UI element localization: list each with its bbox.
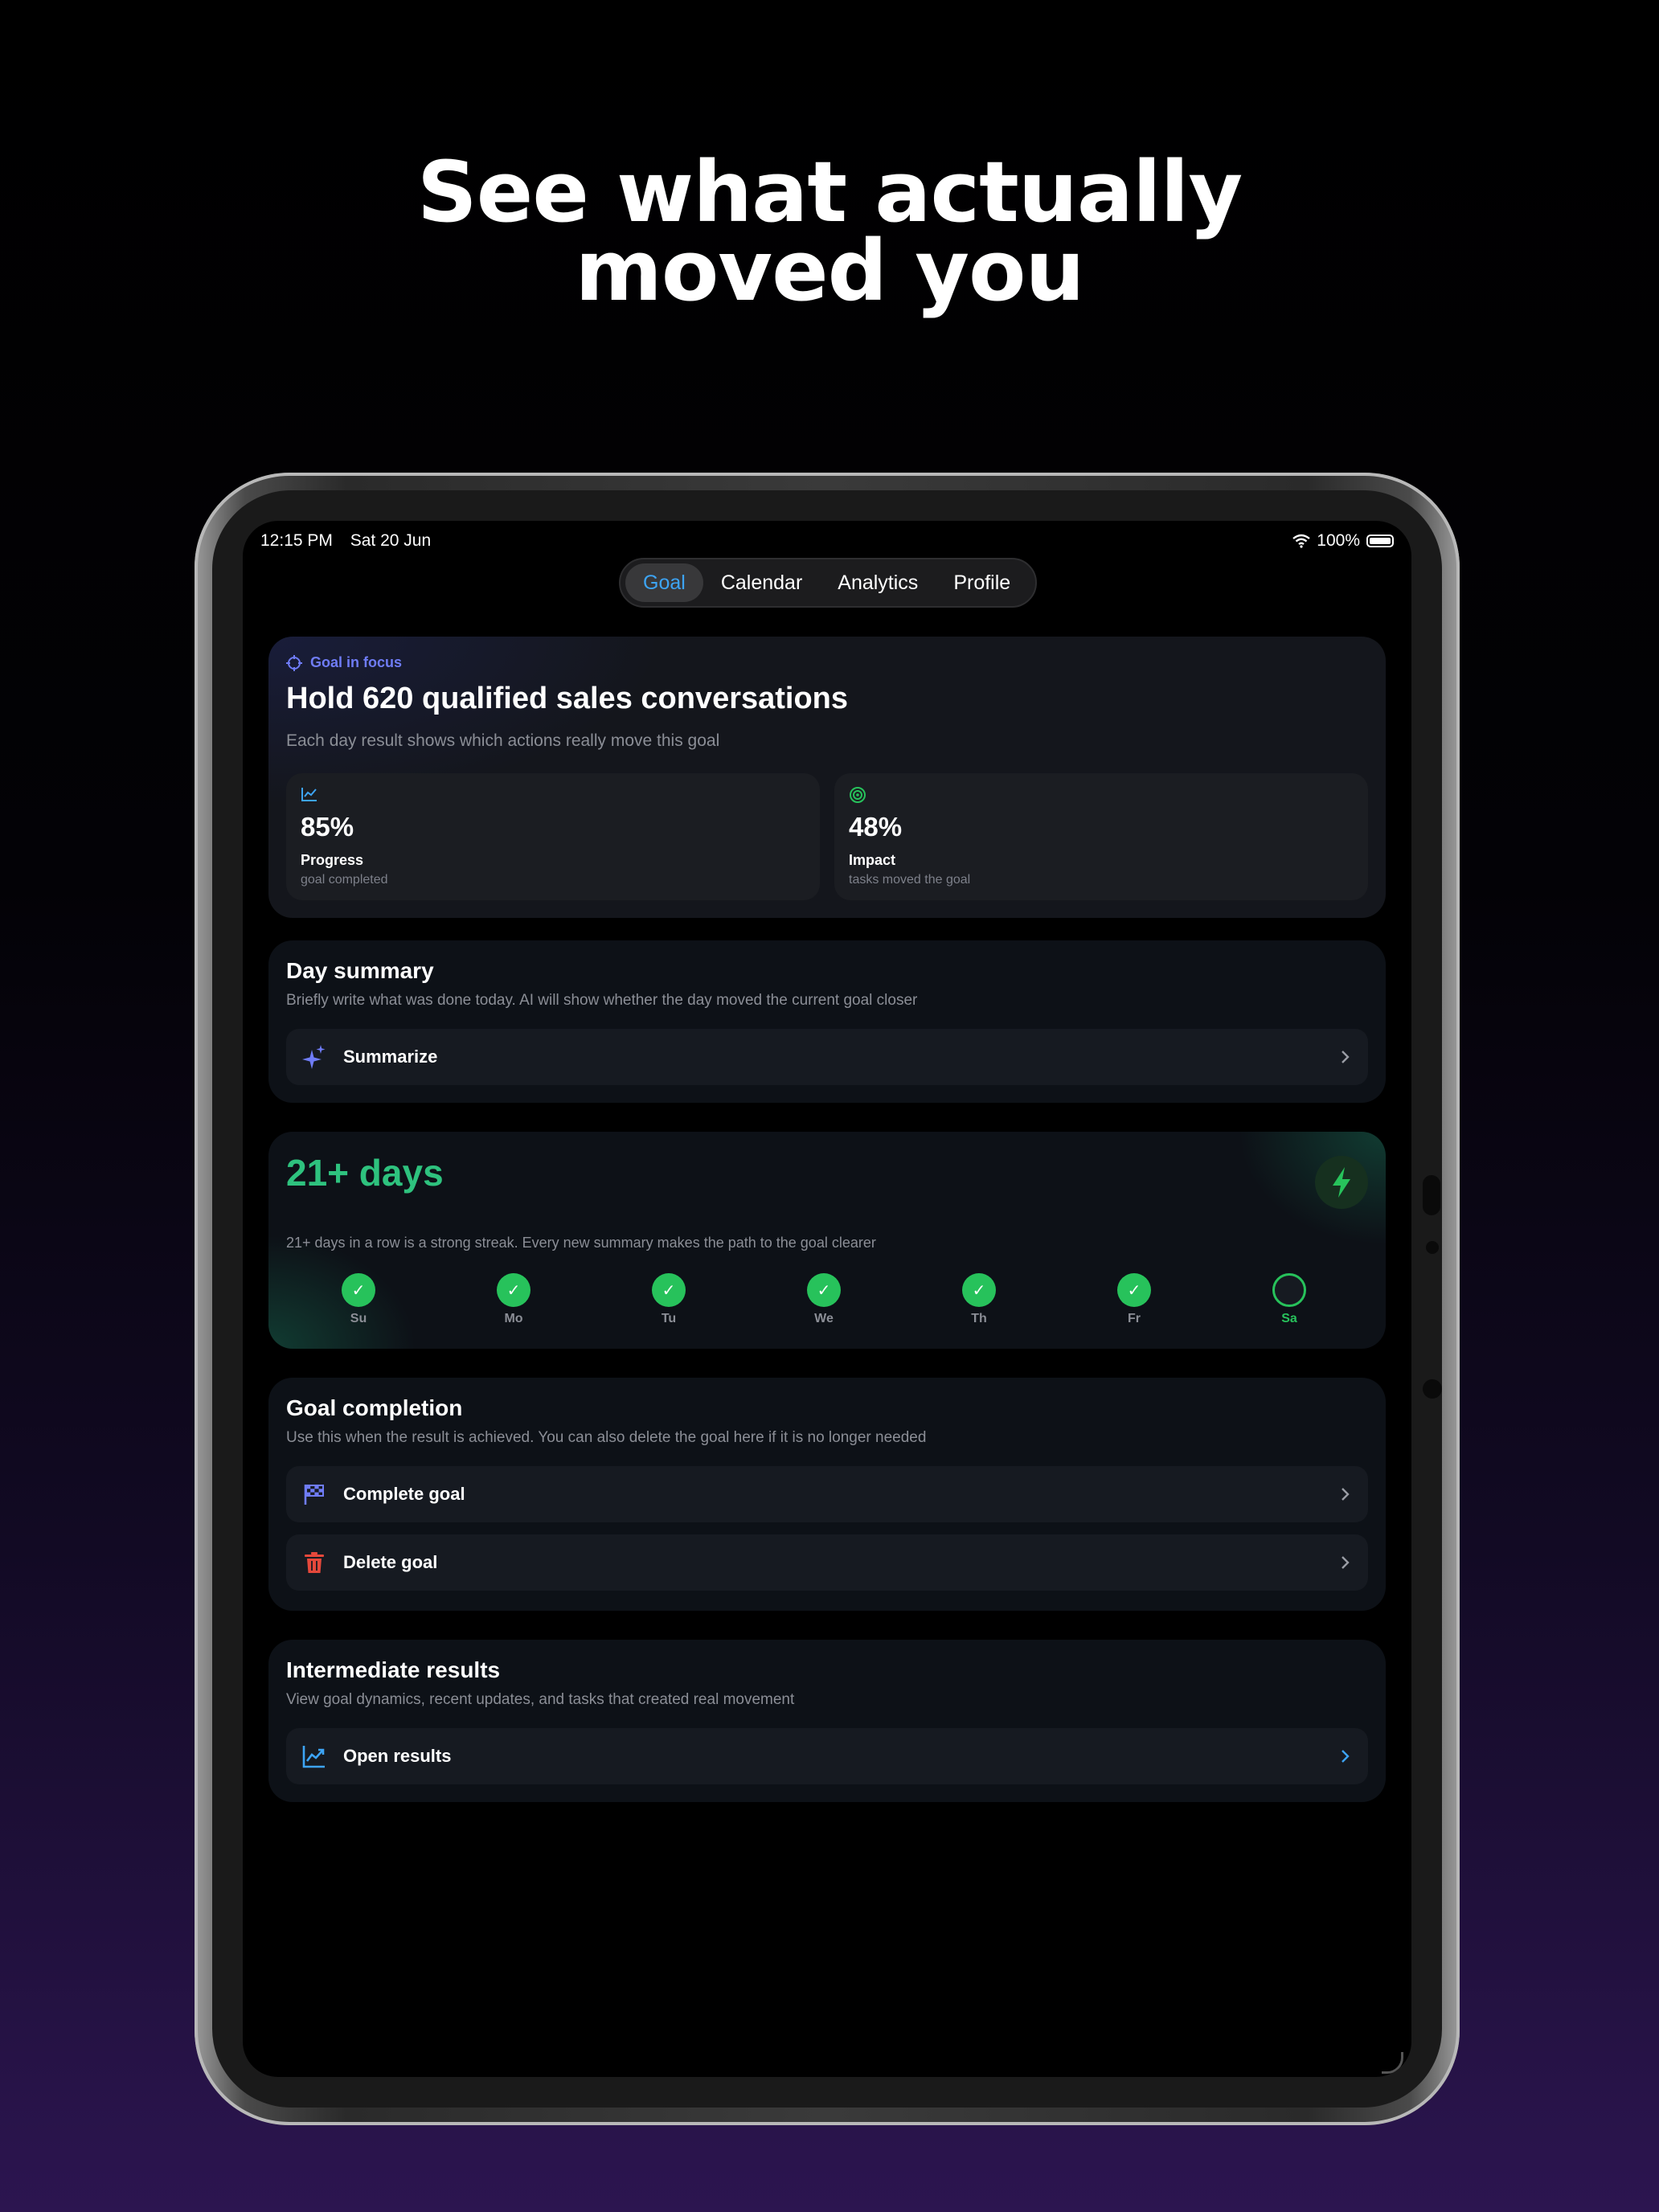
status-bar: 12:15 PM Sat 20 Jun 100% bbox=[260, 529, 1394, 553]
complete-goal-label: Complete goal bbox=[343, 1484, 465, 1504]
streak-day-th: ✓ Th bbox=[955, 1273, 1003, 1326]
streak-title: 21+ days bbox=[286, 1152, 444, 1194]
tab-analytics[interactable]: Analytics bbox=[820, 563, 936, 602]
status-time: 12:15 PM bbox=[260, 531, 333, 550]
chevron-right-icon bbox=[1342, 1750, 1350, 1763]
day-label: Su bbox=[350, 1312, 367, 1325]
goal-completion-card: Goal completion Use this when the result… bbox=[268, 1378, 1386, 1611]
streak-card: 21+ days 21+ days in a row is a strong s… bbox=[268, 1132, 1386, 1349]
headline-line-1: See what actually bbox=[416, 143, 1243, 241]
delete-goal-label: Delete goal bbox=[343, 1552, 438, 1572]
sparkle-icon bbox=[302, 1045, 326, 1069]
day-check-icon: ✓ bbox=[497, 1273, 530, 1307]
tab-calendar[interactable]: Calendar bbox=[703, 563, 820, 602]
day-summary-description: Briefly write what was done today. AI wi… bbox=[286, 992, 918, 1009]
goal-focus-label: Goal in focus bbox=[310, 654, 403, 670]
streak-day-fr: ✓ Fr bbox=[1110, 1273, 1158, 1326]
impact-stat: 48% Impact tasks moved the goal bbox=[834, 773, 1368, 900]
day-label: Sa bbox=[1281, 1312, 1297, 1325]
side-button-1 bbox=[1423, 1175, 1440, 1215]
day-label: Th bbox=[971, 1312, 987, 1325]
tab-bar: Goal Calendar Analytics Profile bbox=[619, 558, 1037, 608]
day-empty-circle-icon bbox=[1272, 1273, 1306, 1307]
summarize-button[interactable]: Summarize bbox=[286, 1029, 1368, 1085]
delete-goal-button[interactable]: Delete goal bbox=[286, 1534, 1368, 1591]
trash-icon bbox=[305, 1552, 324, 1573]
streak-day-tu: ✓ Tu bbox=[645, 1273, 693, 1326]
line-chart-icon bbox=[301, 788, 317, 801]
crosshair-icon bbox=[286, 654, 302, 671]
streak-badge bbox=[1315, 1156, 1368, 1209]
chevron-right-icon bbox=[1342, 1556, 1350, 1569]
intermediate-results-description: View goal dynamics, recent updates, and … bbox=[286, 1691, 795, 1708]
day-label: Mo bbox=[504, 1312, 523, 1325]
battery-percent: 100% bbox=[1317, 531, 1360, 550]
streak-day-mo: ✓ Mo bbox=[490, 1273, 538, 1326]
day-label: Tu bbox=[661, 1312, 677, 1325]
complete-goal-button[interactable]: Complete goal bbox=[286, 1466, 1368, 1522]
tab-goal[interactable]: Goal bbox=[625, 563, 703, 602]
intermediate-results-card: Intermediate results View goal dynamics,… bbox=[268, 1640, 1386, 1802]
day-check-icon: ✓ bbox=[342, 1273, 375, 1307]
progress-value: 85% bbox=[301, 812, 354, 842]
progress-stat: 85% Progress goal completed bbox=[286, 773, 820, 900]
goal-description: Each day result shows which actions real… bbox=[286, 731, 720, 750]
impact-label: Impact bbox=[849, 852, 896, 868]
progress-sub: goal completed bbox=[301, 873, 388, 887]
day-label: Fr bbox=[1128, 1312, 1141, 1325]
promo-headline: See what actually moved you bbox=[0, 143, 1659, 320]
chevron-right-icon bbox=[1342, 1488, 1350, 1501]
streak-day-sa: Sa bbox=[1265, 1273, 1313, 1326]
lightning-bolt-icon bbox=[1333, 1167, 1350, 1198]
day-summary-card: Day summary Briefly write what was done … bbox=[268, 940, 1386, 1103]
summarize-label: Summarize bbox=[343, 1047, 438, 1067]
day-check-icon: ✓ bbox=[807, 1273, 841, 1307]
tab-profile[interactable]: Profile bbox=[936, 563, 1028, 602]
chevron-right-icon bbox=[1342, 1051, 1350, 1063]
progress-label: Progress bbox=[301, 852, 364, 868]
camera-dot bbox=[1426, 1241, 1439, 1254]
streak-day-su: ✓ Su bbox=[334, 1273, 383, 1326]
headline-line-2: moved you bbox=[575, 222, 1084, 320]
impact-value: 48% bbox=[849, 812, 903, 842]
target-icon bbox=[850, 787, 866, 803]
goal-title: Hold 620 qualified sales conversations bbox=[286, 682, 849, 715]
goal-completion-title: Goal completion bbox=[286, 1395, 463, 1420]
battery-icon bbox=[1366, 535, 1394, 547]
impact-sub: tasks moved the goal bbox=[849, 873, 971, 887]
streak-day-we: ✓ We bbox=[800, 1273, 848, 1326]
intermediate-results-title: Intermediate results bbox=[286, 1657, 501, 1682]
day-check-icon: ✓ bbox=[1117, 1273, 1151, 1307]
goal-completion-description: Use this when the result is achieved. Yo… bbox=[286, 1429, 927, 1446]
open-results-button[interactable]: Open results bbox=[286, 1728, 1368, 1784]
trend-chart-icon bbox=[302, 1746, 325, 1768]
streak-description: 21+ days in a row is a strong streak. Ev… bbox=[286, 1235, 876, 1251]
day-check-icon: ✓ bbox=[652, 1273, 686, 1307]
status-date: Sat 20 Jun bbox=[350, 531, 432, 550]
side-button-2 bbox=[1423, 1379, 1442, 1399]
open-results-label: Open results bbox=[343, 1746, 452, 1766]
day-summary-title: Day summary bbox=[286, 958, 434, 983]
goal-focus-card: Goal in focus Hold 620 qualified sales c… bbox=[268, 637, 1386, 918]
day-check-icon: ✓ bbox=[962, 1273, 996, 1307]
app-screen: 12:15 PM Sat 20 Jun 100% Goal Calendar A… bbox=[243, 521, 1411, 2077]
checkered-flag-icon bbox=[304, 1485, 324, 1505]
wifi-icon bbox=[1292, 534, 1311, 548]
day-label: We bbox=[814, 1312, 834, 1325]
goal-focus-header: Goal in focus bbox=[286, 654, 402, 671]
